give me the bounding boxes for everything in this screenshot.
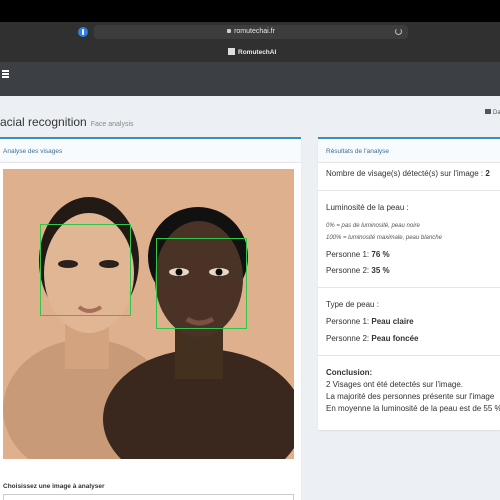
status-bar <box>0 0 500 22</box>
panel-header: Résultats de l'analyse <box>318 139 500 163</box>
conclusion-line-2: La majorité des personnes présente sur l… <box>326 392 495 401</box>
menu-toggle-icon[interactable] <box>2 70 9 78</box>
face-detection-box-1 <box>40 224 131 316</box>
luminosity-note-max: 100% = luminosité maximale, peau blanche <box>326 235 442 241</box>
privacy-report-icon[interactable] <box>78 27 88 37</box>
person-1-luminosity: Personne 1: 76 % <box>326 250 390 259</box>
faces-count: Nombre de visage(s) détecté(s) sur l'ima… <box>326 169 490 178</box>
face-detection-box-2 <box>156 238 247 329</box>
person-2-skin-type: Personne 2: Peau foncée <box>326 334 419 343</box>
divider <box>318 287 500 288</box>
person-2-luminosity: Personne 2: 35 % <box>326 266 390 275</box>
panel-header: Analyse des visages <box>0 139 301 163</box>
luminosity-title: Luminosité de la peau : <box>326 203 409 212</box>
address-bar[interactable]: romutechai.fr <box>94 25 408 39</box>
luminosity-note-min: 0% = pas de luminosité, peau noire <box>326 223 420 229</box>
lock-icon <box>227 29 232 33</box>
file-input-label: Choisissez une image à analyser <box>3 483 105 490</box>
favicon-icon <box>228 48 235 55</box>
page-subtitle: Face analysis <box>90 121 134 128</box>
tab-title: RomutechAI <box>238 49 277 56</box>
dashboard-icon <box>485 109 491 114</box>
analyzed-image <box>3 169 294 459</box>
conclusion-line-3: En moyenne la luminosité de la peau est … <box>326 404 500 413</box>
person-1-skin-type: Personne 1: Peau claire <box>326 317 414 326</box>
conclusion-line-1: 2 Visages ont été detectés sur l'image. <box>326 380 464 389</box>
conclusion-title: Conclusion: <box>326 368 373 377</box>
image-file-input[interactable] <box>3 494 294 500</box>
reload-icon[interactable] <box>395 28 402 35</box>
breadcrumb[interactable]: Da <box>485 109 500 116</box>
url-text: romutechai.fr <box>234 28 275 35</box>
browser-tab[interactable]: RomutechAI <box>228 48 276 57</box>
divider <box>318 190 500 191</box>
skin-type-title: Type de peau : <box>326 300 379 309</box>
app-navbar <box>0 62 500 96</box>
divider <box>318 355 500 356</box>
page-title: acial recognition Face analysis <box>0 115 134 129</box>
